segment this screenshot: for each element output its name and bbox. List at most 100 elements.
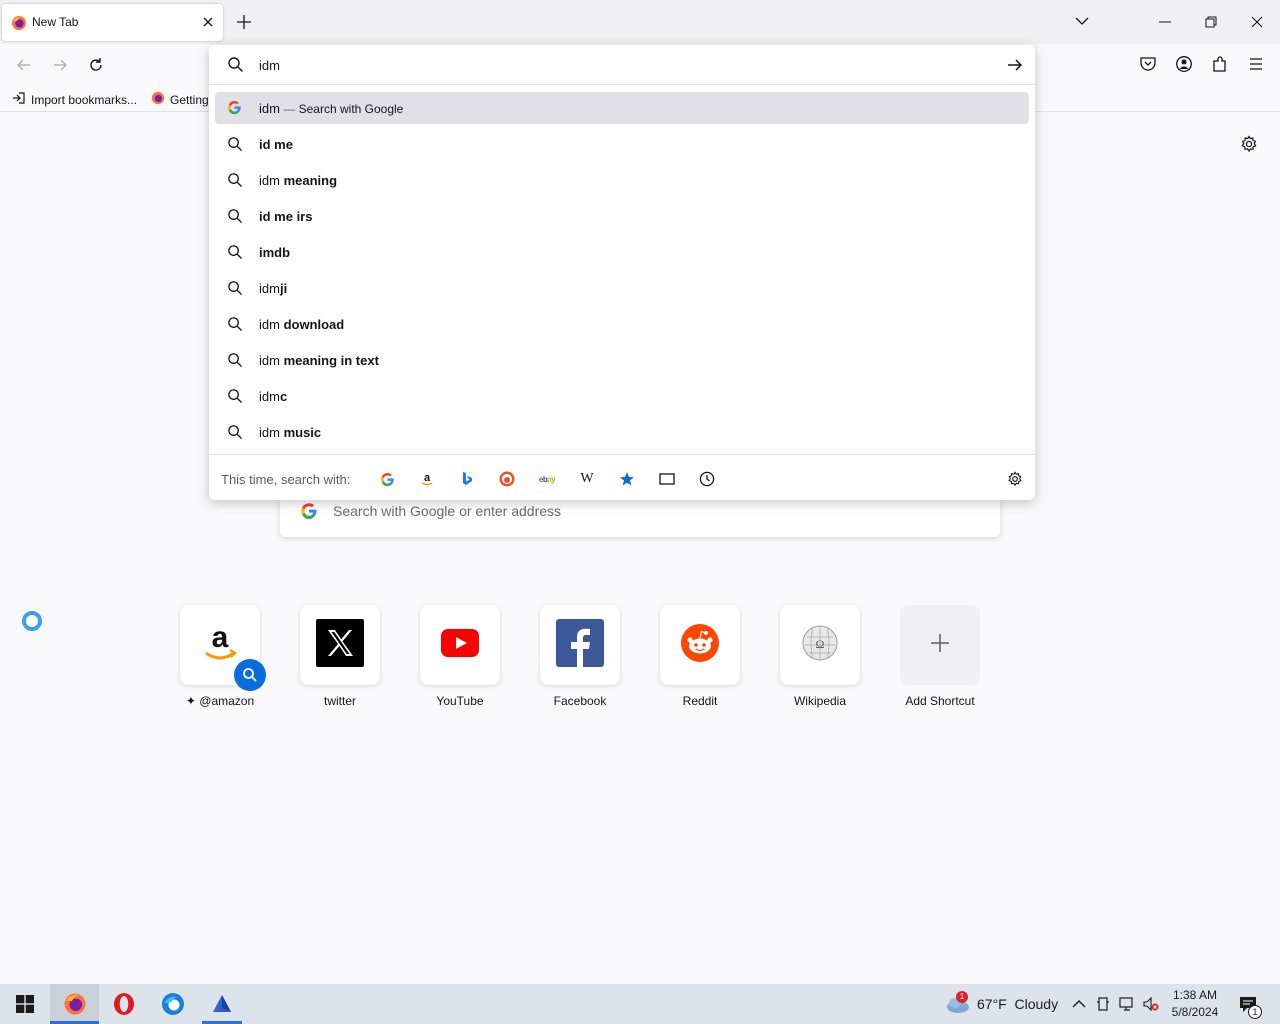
suggestion-row-search-google[interactable]: idm — Search with Google xyxy=(215,92,1029,124)
reload-icon[interactable] xyxy=(87,56,105,79)
clock-date: 5/8/2024 xyxy=(1171,1005,1219,1019)
minimize-icon[interactable] xyxy=(1157,14,1173,35)
windows-start-icon[interactable] xyxy=(0,984,50,1024)
volume-muted-icon[interactable] xyxy=(1142,996,1160,1017)
back-arrow-icon[interactable] xyxy=(15,56,33,79)
search-icon xyxy=(227,172,243,193)
pocket-icon[interactable] xyxy=(1139,55,1157,78)
shortcut-label: YouTube xyxy=(436,694,484,708)
taskbar-app-icon[interactable] xyxy=(197,984,246,1024)
settings-gear-icon[interactable] xyxy=(1006,470,1024,488)
suggestion-separator: — xyxy=(279,102,299,116)
firefox-icon xyxy=(151,91,165,108)
facebook-tile[interactable] xyxy=(540,605,620,685)
suggestion-row[interactable]: id me irs xyxy=(215,200,1029,232)
shortcut-label: Facebook xyxy=(553,694,607,708)
youtube-logo-icon xyxy=(441,628,479,662)
shortcut-label-text: @amazon xyxy=(199,694,255,708)
suggestion-row[interactable]: idmji xyxy=(215,272,1029,304)
tabs-icon[interactable] xyxy=(658,470,676,488)
google-icon xyxy=(227,100,242,120)
shortcut-youtube[interactable]: YouTube xyxy=(420,605,500,708)
getting-started-item[interactable]: Getting xyxy=(151,91,209,108)
weather-text[interactable]: 67°F Cloudy xyxy=(977,996,1058,1012)
ebay-icon[interactable]: ebay xyxy=(538,470,556,488)
import-bookmarks-item[interactable]: Import bookmarks... xyxy=(12,91,137,108)
suggestion-text: idm meaning in text xyxy=(259,353,379,368)
suggestion-typed: idm xyxy=(259,101,280,116)
wikipedia-icon[interactable]: W xyxy=(578,470,596,488)
search-shortcut-badge-icon xyxy=(234,659,266,691)
google-icon[interactable] xyxy=(378,470,396,488)
wikipedia-tile[interactable]: Ω xyxy=(780,605,860,685)
history-clock-icon[interactable] xyxy=(698,470,716,488)
close-tab-icon[interactable] xyxy=(201,15,215,34)
suggestion-row[interactable]: idm music xyxy=(215,416,1029,448)
taskbar-opera-icon[interactable] xyxy=(99,984,148,1024)
taskbar-clock[interactable]: 1:38 AM 5/8/2024 xyxy=(1168,987,1222,1021)
suggestion-text: idmji xyxy=(259,281,287,296)
taskbar-edge-icon[interactable] xyxy=(148,984,197,1024)
account-icon[interactable] xyxy=(1175,55,1193,78)
shortcut-wikipedia[interactable]: Ω Wikipedia xyxy=(780,605,860,708)
plus-icon xyxy=(929,632,951,659)
amazon-tile[interactable]: a xyxy=(180,605,266,691)
suggestion-completion: download xyxy=(283,317,345,332)
search-placeholder: Search with Google or enter address xyxy=(333,503,562,519)
menu-hamburger-icon[interactable] xyxy=(1247,55,1265,78)
urlbar-input-row[interactable]: idm xyxy=(209,45,1035,85)
suggestion-typed: idm xyxy=(259,317,284,332)
go-arrow-icon[interactable] xyxy=(1006,57,1024,78)
suggestion-typed: idm xyxy=(259,389,280,404)
restore-icon[interactable] xyxy=(1203,14,1219,35)
search-icon xyxy=(227,136,243,157)
shortcut-reddit[interactable]: Reddit xyxy=(660,605,740,708)
loading-ring-icon xyxy=(22,611,42,631)
tray-chevron-up-icon[interactable] xyxy=(1072,997,1086,1015)
suggestion-completion: music xyxy=(283,425,322,440)
urlbar-input[interactable]: idm xyxy=(259,58,280,73)
shortcut-twitter[interactable]: twitter xyxy=(300,605,380,708)
shortcut-label: twitter xyxy=(323,694,356,708)
reddit-tile[interactable] xyxy=(660,605,740,685)
network-icon[interactable] xyxy=(1119,996,1137,1017)
suggestion-row[interactable]: idmc xyxy=(215,380,1029,412)
suggestion-row[interactable]: idm download xyxy=(215,308,1029,340)
weather-badge: 1 xyxy=(956,991,968,1003)
new-tab-plus-icon[interactable] xyxy=(234,12,254,37)
suggestion-row[interactable]: idm meaning xyxy=(215,164,1029,196)
suggestion-text: idm — Search with Google xyxy=(259,101,403,116)
amazon-logo-icon: a xyxy=(200,621,240,670)
twitter-tile[interactable] xyxy=(300,605,380,685)
suggestion-row[interactable]: imdb xyxy=(215,236,1029,268)
bookmarks-star-icon[interactable] xyxy=(618,470,636,488)
search-icon xyxy=(227,244,243,265)
suggestion-row[interactable]: idm meaning in text xyxy=(215,344,1029,376)
tray-device-icon[interactable] xyxy=(1096,996,1110,1017)
suggestion-text: idmc xyxy=(259,389,287,404)
one-off-label: This time, search with: xyxy=(221,472,351,487)
tab-new-tab[interactable]: New Tab xyxy=(2,4,223,41)
add-shortcut-tile[interactable] xyxy=(900,605,980,685)
suggestion-completion: imdb xyxy=(259,245,291,260)
suggestion-text: idm download xyxy=(259,317,344,332)
suggestion-typed: idm xyxy=(259,425,284,440)
list-all-tabs-chevron-icon[interactable] xyxy=(1073,13,1091,34)
duckduckgo-icon[interactable] xyxy=(498,470,516,488)
suggestion-text: id me irs xyxy=(259,209,312,224)
suggestion-row[interactable]: id me xyxy=(215,128,1029,160)
personalize-gear-icon[interactable] xyxy=(1240,135,1258,158)
amazon-icon[interactable]: a xyxy=(418,470,436,488)
shortcut-facebook[interactable]: Facebook xyxy=(540,605,620,708)
bing-icon[interactable] xyxy=(458,470,476,488)
youtube-tile[interactable] xyxy=(420,605,500,685)
shortcut-amazon[interactable]: a ✦ @amazon xyxy=(180,605,266,708)
reddit-logo-icon xyxy=(681,623,719,667)
shortcut-add[interactable]: Add Shortcut xyxy=(900,605,980,708)
forward-arrow-icon[interactable] xyxy=(51,56,69,79)
extensions-puzzle-icon[interactable] xyxy=(1211,55,1229,78)
taskbar-firefox-icon[interactable] xyxy=(50,984,99,1024)
suggestion-completion: meaning xyxy=(283,173,338,188)
close-window-icon[interactable] xyxy=(1249,14,1265,35)
facebook-logo-icon xyxy=(556,618,604,672)
